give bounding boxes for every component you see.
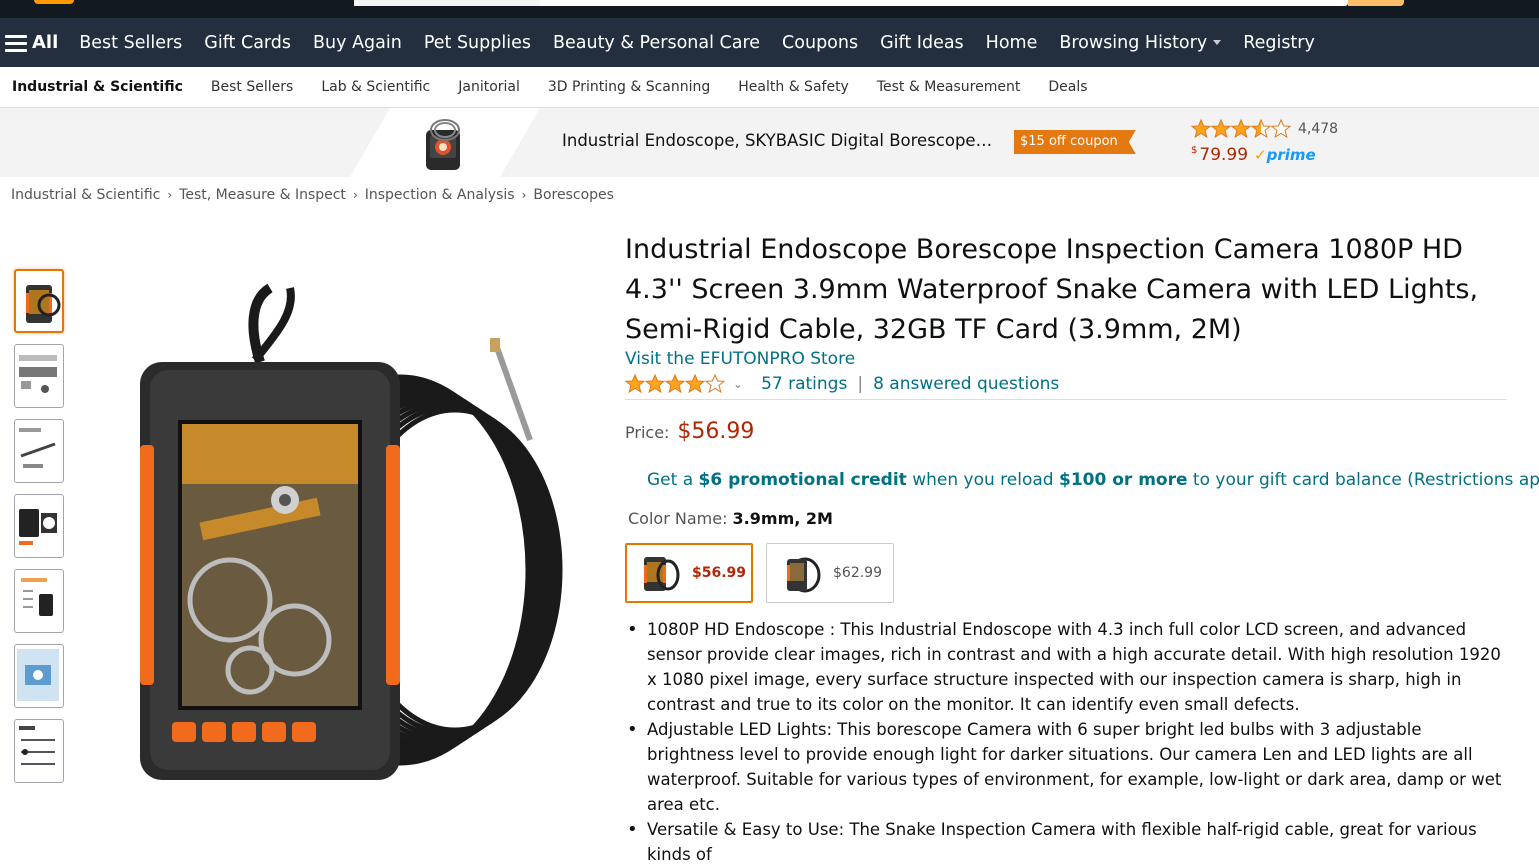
feature-bullet: Versatile & Easy to Use: The Snake Inspe… [627,817,1512,867]
breadcrumb-item[interactable]: Borescopes [533,187,614,203]
promo-credit: $6 promotional credit [698,470,907,490]
color-label: Color Name: [628,509,733,528]
banner-rating-count: 4,478 [1298,121,1339,137]
search-button[interactable] [1348,0,1404,6]
swatch-price-1: $56.99 [692,565,747,581]
breadcrumb-chevron-icon: › [167,188,173,202]
banner-product-image[interactable] [418,116,468,172]
answered-questions-link[interactable]: 8 answered questions [873,374,1059,394]
nav-item-registry[interactable]: Registry [1232,33,1326,53]
browsing-history-label: Browsing History [1059,32,1208,53]
main-product-image[interactable] [110,270,580,790]
nav-item-gift-ideas[interactable]: Gift Ideas [869,33,975,53]
all-menu-label: All [32,32,59,53]
swatch-option-2[interactable]: $62.99 [766,543,894,603]
price-label: Price: [625,423,670,442]
promo-reload-amount: $100 or more [1058,470,1188,490]
ratings-link[interactable]: 57 ratings [761,374,847,394]
nav-item-browsing-history[interactable]: Browsing History [1048,33,1232,53]
breadcrumb-chevron-icon: › [521,188,527,202]
subnav-item-test-measurement[interactable]: Test & Measurement [877,79,1021,95]
breadcrumb: Industrial & Scientific › Test, Measure … [11,187,614,203]
prime-check-icon: ✓ [1254,146,1267,164]
thumbnail-2[interactable] [14,344,64,408]
breadcrumb-item[interactable]: Industrial & Scientific [11,187,160,203]
nav-item-pet-supplies[interactable]: Pet Supplies [413,33,542,53]
subnav-item-best-sellers[interactable]: Best Sellers [211,79,293,95]
promo-text-1: Get a [647,470,699,490]
swatch-image-1 [644,557,680,591]
nav-item-home[interactable]: Home [975,33,1049,53]
main-nav: All Best Sellers Gift Cards Buy Again Pe… [0,18,1539,67]
search-category-dropdown[interactable] [354,0,540,6]
store-link[interactable]: Visit the EFUTONPRO Store [625,349,855,369]
chevron-down-icon[interactable]: ⌄ [733,377,743,391]
breadcrumb-item[interactable]: Inspection & Analysis [365,187,515,203]
promo-message[interactable]: Get a $6 promotional credit when you rel… [647,470,1539,490]
nav-item-best-sellers[interactable]: Best Sellers [68,33,193,53]
thumbnail-7[interactable] [14,719,64,783]
promo-text-3: to your gift card balance (Restrictions … [1187,470,1539,490]
coupon-badge: $15 off coupon [1014,130,1136,154]
banner-star-rating-icon [1191,119,1291,139]
divider-line [625,399,1507,400]
nav-item-coupons[interactable]: Coupons [771,33,869,53]
prime-badge: ✓prime [1254,146,1316,164]
nav-item-buy-again[interactable]: Buy Again [302,33,413,53]
subnav-item-janitorial[interactable]: Janitorial [458,79,520,95]
prime-label: prime [1266,146,1316,164]
banner-rating[interactable]: 4,478 [1191,119,1338,139]
subnav-item-health-safety[interactable]: Health & Safety [738,79,849,95]
banner-price-symbol: $ [1191,145,1198,156]
promo-text-2: when you reload [906,470,1059,490]
product-title: Industrial Endoscope Borescope Inspectio… [625,234,1479,345]
price-value: $56.99 [677,419,755,444]
subnav-category[interactable]: Industrial & Scientific [12,79,183,95]
breadcrumb-item[interactable]: Test, Measure & Inspect [179,187,346,203]
image-thumbnails [14,269,64,794]
subnav-item-deals[interactable]: Deals [1048,79,1087,95]
thumbnail-5[interactable] [14,569,64,633]
divider: | [857,374,864,394]
rating-row: ⌄ 57 ratings | 8 answered questions [625,374,1059,394]
sponsored-banner[interactable]: Industrial Endoscope, SKYBASIC Digital B… [0,108,1539,177]
price-row: Price: $56.99 [625,419,754,444]
thumbnail-3[interactable] [14,419,64,483]
thumbnail-4[interactable] [14,494,64,558]
swatch-image-2 [787,557,821,593]
banner-price: $ 79.99 ✓prime [1191,145,1316,165]
subnav-item-lab-scientific[interactable]: Lab & Scientific [321,79,430,95]
star-rating-icon[interactable] [625,374,725,394]
nav-item-beauty[interactable]: Beauty & Personal Care [542,33,771,53]
swatch-option-1[interactable]: $56.99 [625,543,753,603]
breadcrumb-chevron-icon: › [352,188,358,202]
feature-bullet: 1080P HD Endoscope : This Industrial End… [627,617,1512,717]
top-header [0,0,1539,18]
color-value: 3.9mm, 2M [732,509,833,528]
category-subnav: Industrial & Scientific Best Sellers Lab… [0,67,1539,108]
thumbnail-1[interactable] [14,269,64,333]
feature-bullets: 1080P HD Endoscope : This Industrial End… [627,617,1512,867]
subnav-item-3d-printing[interactable]: 3D Printing & Scanning [548,79,710,95]
feature-bullet: Adjustable LED Lights: This borescope Ca… [627,717,1512,817]
banner-price-value: 79.99 [1199,145,1249,165]
banner-title[interactable]: Industrial Endoscope, SKYBASIC Digital B… [562,131,992,150]
swatch-price-2: $62.99 [833,565,882,581]
caret-down-icon [1213,40,1222,45]
hamburger-icon [5,34,27,52]
thumbnail-6[interactable] [14,644,64,708]
color-name: Color Name: 3.9mm, 2M [628,509,833,528]
all-menu-button[interactable]: All [0,18,68,67]
amazon-logo[interactable] [34,0,74,4]
nav-item-gift-cards[interactable]: Gift Cards [193,33,302,53]
